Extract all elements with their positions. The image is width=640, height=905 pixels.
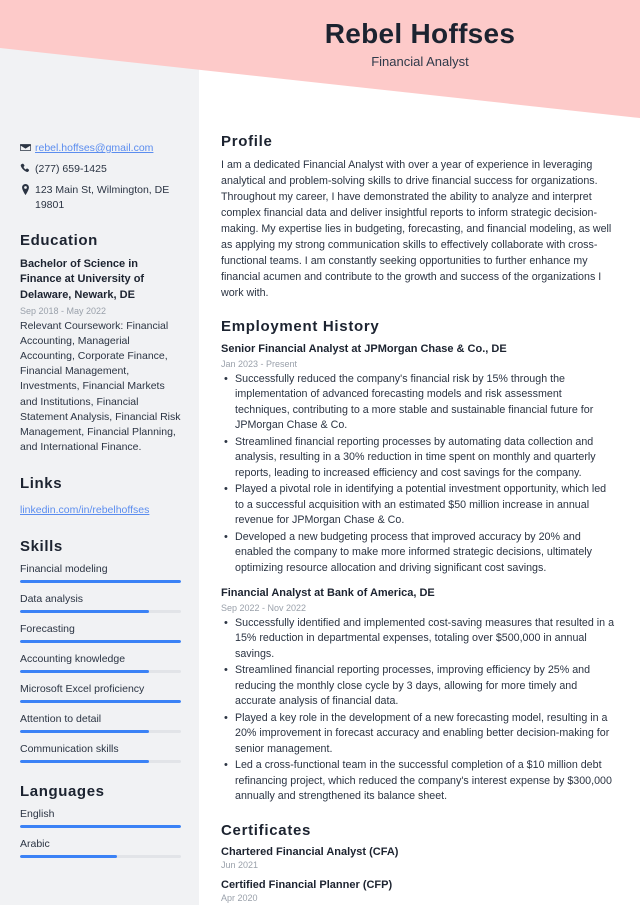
skill-meter-track	[20, 580, 181, 584]
links-heading: Links	[20, 475, 63, 493]
language-meter-track	[20, 855, 181, 859]
certificate-name: Chartered Financial Analyst (CFA)	[221, 845, 399, 858]
section-certificates: Certificates Chartered Financial Analyst…	[221, 822, 614, 903]
employment-entry: Senior Financial Analyst at JPMorgan Cha…	[221, 342, 614, 576]
resume-page: Rebel Hoffses Financial Analyst rebel.ho…	[0, 0, 640, 905]
skill-item: Microsoft Excel proficiency	[20, 683, 181, 704]
employment-bullet: Led a cross-functional team in the succe…	[221, 758, 614, 805]
skill-label: Forecasting	[20, 623, 75, 636]
skill-label: Data analysis	[20, 593, 84, 606]
skill-meter-track	[20, 760, 181, 764]
section-employment-history: Employment History Senior Financial Anal…	[221, 318, 614, 804]
skill-meter-track	[20, 640, 181, 644]
employment-bullet: Played a pivotal role in identifying a p…	[221, 482, 614, 529]
employment-date: Sep 2022 - Nov 2022	[221, 602, 307, 613]
location-pin-icon	[20, 184, 35, 196]
skill-meter-fill	[20, 700, 181, 704]
skill-item: Communication skills	[20, 743, 181, 764]
employment-list: Senior Financial Analyst at JPMorgan Cha…	[221, 342, 614, 804]
email-link[interactable]: rebel.hoffses@gmail.com	[35, 142, 153, 154]
skill-item: Accounting knowledge	[20, 653, 181, 674]
skill-item: Financial modeling	[20, 563, 181, 584]
employment-bullet: Streamlined financial reporting processe…	[221, 435, 614, 482]
skill-label: Microsoft Excel proficiency	[20, 683, 145, 696]
skill-meter-track	[20, 610, 181, 614]
employment-title: Financial Analyst at Bank of America, DE	[221, 587, 435, 600]
skill-meter-fill	[20, 580, 181, 584]
contact-list: rebel.hoffses@gmail.com (277) 659-1425 1…	[20, 141, 181, 212]
employment-bullet-list: Successfully reduced the company's finan…	[221, 372, 614, 577]
sidebar: rebel.hoffses@gmail.com (277) 659-1425 1…	[0, 125, 199, 868]
candidate-job-title: Financial Analyst	[371, 54, 469, 70]
skill-meter-fill	[20, 670, 149, 674]
employment-bullet: Successfully identified and implemented …	[221, 616, 614, 663]
skill-meter-fill	[20, 760, 149, 764]
language-label: Arabic	[20, 838, 50, 851]
skill-label: Attention to detail	[20, 713, 102, 726]
employment-title: Senior Financial Analyst at JPMorgan Cha…	[221, 343, 507, 356]
skill-meter-track	[20, 670, 181, 674]
skills-heading: Skills	[20, 538, 63, 556]
language-meter-fill	[20, 825, 181, 829]
employment-bullet: Streamlined financial reporting processe…	[221, 663, 614, 710]
education-entry: Bachelor of Science in Finance at Univer…	[20, 257, 181, 456]
skill-item: Attention to detail	[20, 713, 181, 734]
profile-text: I am a dedicated Financial Analyst with …	[221, 159, 612, 300]
language-item: English	[20, 808, 181, 829]
envelope-icon	[20, 142, 35, 153]
contact-item-phone: (277) 659-1425	[20, 162, 181, 176]
sidebar-section-education: Education Bachelor of Science in Finance…	[20, 232, 181, 456]
certificate-entry: Certified Financial Planner (CFP) Apr 202…	[221, 879, 614, 903]
language-meter-fill	[20, 855, 117, 859]
education-description: Relevant Coursework: Financial Accountin…	[20, 319, 181, 454]
contact-address-value: 123 Main St, Wilmington, DE 19801	[35, 184, 170, 211]
certificate-date: Jun 2021	[221, 859, 259, 870]
skill-meter-track	[20, 730, 181, 734]
education-degree: Bachelor of Science in Finance at Univer…	[20, 257, 145, 301]
skill-item: Data analysis	[20, 593, 181, 614]
sidebar-section-skills: Skills Financial modeling Data analysis Fo…	[20, 538, 181, 764]
contact-item-address: 123 Main St, Wilmington, DE 19801	[20, 183, 181, 211]
skill-item: Forecasting	[20, 623, 181, 644]
education-heading: Education	[20, 231, 98, 249]
education-date: Sep 2018 - May 2022	[20, 305, 107, 316]
certificates-list: Chartered Financial Analyst (CFA) Jun 202…	[221, 846, 614, 903]
skill-meter-fill	[20, 730, 149, 734]
employment-date: Jan 2023 - Present	[221, 358, 298, 369]
header-text-block: Rebel Hoffses Financial Analyst	[200, 18, 640, 69]
skill-label: Accounting knowledge	[20, 653, 126, 666]
employment-bullet-list: Successfully identified and implemented …	[221, 616, 614, 805]
employment-bullet: Developed a new budgeting process that i…	[221, 530, 614, 577]
contact-item-email: rebel.hoffses@gmail.com	[20, 141, 181, 155]
employment-entry: Financial Analyst at Bank of America, DE…	[221, 586, 614, 804]
employment-bullet: Played a key role in the development of …	[221, 711, 614, 758]
languages-list: English Arabic	[20, 808, 181, 859]
sidebar-section-languages: Languages English Arabic	[20, 783, 181, 859]
profile-heading: Profile	[221, 133, 273, 150]
contact-email-value[interactable]: rebel.hoffses@gmail.com	[35, 141, 181, 155]
candidate-name: Rebel Hoffses	[324, 18, 516, 49]
phone-icon	[20, 163, 35, 174]
employment-heading: Employment History	[221, 318, 380, 336]
language-meter-track	[20, 825, 181, 829]
skill-label: Communication skills	[20, 743, 119, 756]
skills-list: Financial modeling Data analysis Forecasti…	[20, 563, 181, 764]
language-label: English	[20, 808, 55, 821]
skill-meter-track	[20, 700, 181, 704]
certificate-date: Apr 2020	[221, 892, 258, 903]
employment-bullet: Successfully reduced the company's finan…	[221, 372, 614, 434]
certificates-heading: Certificates	[221, 821, 312, 839]
linkedin-link[interactable]: linkedin.com/in/rebelhoffses	[20, 504, 149, 516]
sidebar-section-links: Links linkedin.com/in/rebelhoffses	[20, 475, 181, 518]
skill-meter-fill	[20, 640, 181, 644]
languages-heading: Languages	[20, 783, 105, 801]
section-profile: Profile I am a dedicated Financial Analy…	[221, 133, 614, 301]
skill-label: Financial modeling	[20, 563, 108, 576]
skill-meter-fill	[20, 610, 149, 614]
certificate-entry: Chartered Financial Analyst (CFA) Jun 202…	[221, 846, 614, 870]
language-item: Arabic	[20, 838, 181, 859]
contact-phone-value: (277) 659-1425	[35, 163, 107, 176]
main-column: Profile I am a dedicated Financial Analy…	[199, 125, 640, 905]
certificate-name: Certified Financial Planner (CFP)	[221, 878, 393, 891]
